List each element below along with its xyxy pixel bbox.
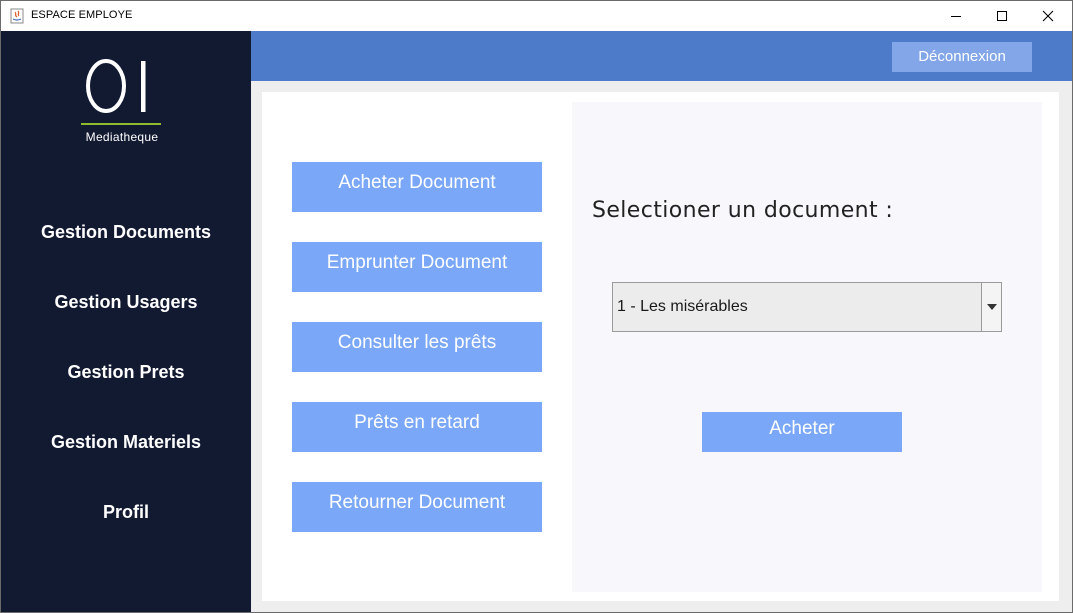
title-bar[interactable]: ESPACE EMPLOYE: [1, 1, 1072, 31]
prets-en-retard-button[interactable]: Prêts en retard: [292, 402, 542, 452]
selected-document-value: 1 - Les misérables: [617, 298, 748, 315]
logo-underline: [81, 123, 161, 125]
consulter-prets-button[interactable]: Consulter les prêts: [292, 322, 542, 372]
main-content: Acheter Document Emprunter Document Cons…: [251, 81, 1072, 612]
logo-caption: Mediatheque: [85, 130, 159, 144]
document-select[interactable]: 1 - Les misérables: [612, 282, 1002, 332]
logout-button[interactable]: Déconnexion: [892, 42, 1032, 72]
chevron-down-icon: [986, 304, 997, 310]
close-icon: [1042, 10, 1054, 22]
maximize-button[interactable]: [979, 1, 1025, 31]
minimize-button[interactable]: [933, 1, 979, 31]
sidebar-item-gestion-usagers[interactable]: Gestion Usagers: [1, 287, 251, 317]
retourner-document-button[interactable]: Retourner Document: [292, 482, 542, 532]
select-document-label: Selectioner un document :: [592, 198, 894, 223]
logo-mark-icon: [86, 59, 146, 113]
sidebar: Mediatheque Gestion Documents Gestion Us…: [1, 31, 251, 612]
maximize-icon: [997, 11, 1007, 21]
acheter-button[interactable]: Acheter: [702, 412, 902, 452]
application-window: ESPACE EMPLOYE Mediatheque Gestion Docum…: [0, 0, 1073, 613]
sidebar-item-gestion-documents[interactable]: Gestion Documents: [1, 217, 251, 247]
emprunter-document-button[interactable]: Emprunter Document: [292, 242, 542, 292]
content-card: Acheter Document Emprunter Document Cons…: [262, 92, 1059, 601]
sidebar-item-gestion-prets[interactable]: Gestion Prets: [1, 357, 251, 387]
dropdown-arrow-button[interactable]: [981, 283, 1001, 331]
sidebar-item-gestion-materiels[interactable]: Gestion Materiels: [1, 427, 251, 457]
window-title: ESPACE EMPLOYE: [31, 9, 133, 21]
logo: Mediatheque: [79, 55, 165, 155]
minimize-icon: [951, 16, 961, 17]
java-app-icon: [10, 8, 24, 24]
close-button[interactable]: [1025, 1, 1071, 31]
top-bar: Déconnexion: [251, 31, 1072, 81]
acheter-document-button[interactable]: Acheter Document: [292, 162, 542, 212]
purchase-panel: Selectioner un document : 1 - Les miséra…: [572, 102, 1042, 592]
sidebar-item-profil[interactable]: Profil: [1, 497, 251, 527]
